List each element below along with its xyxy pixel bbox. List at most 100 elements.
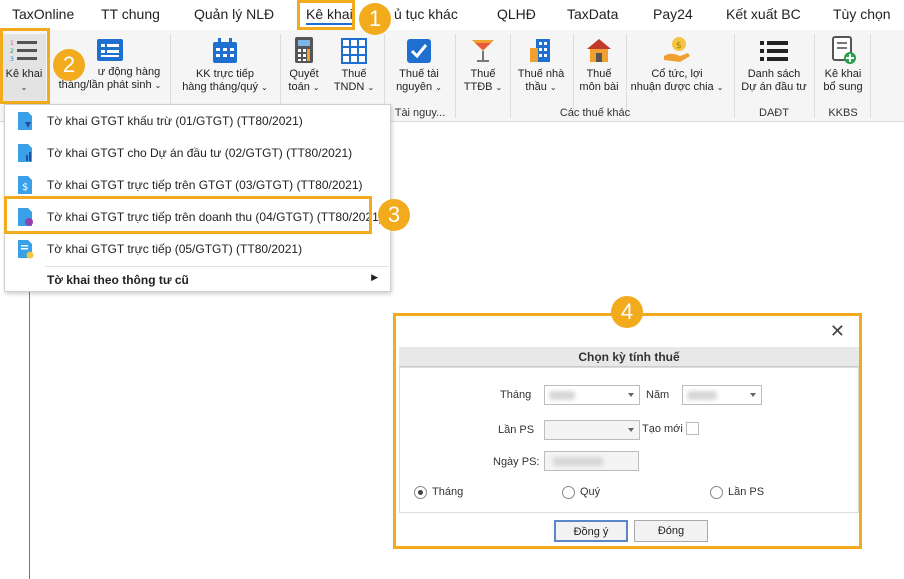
tab-tt-chung[interactable]: TT chung	[101, 6, 160, 22]
tab-tuy-chon[interactable]: Tùy chọn	[833, 6, 891, 22]
cocktail-icon	[472, 40, 494, 62]
tab-qlhd[interactable]: QLHĐ	[497, 6, 536, 22]
cotuc-label-2: nhuận được chia	[630, 81, 714, 93]
tab-quan-ly-nld[interactable]: Quản lý NLĐ	[194, 6, 274, 22]
kk-label-2: hàng tháng/quý	[182, 81, 259, 93]
group-cac-thue-khac-label: Các thuế khác	[559, 107, 631, 119]
group-kkbs-label: KKBS	[828, 107, 858, 119]
dialog-title: Chọn kỳ tính thuế	[399, 347, 859, 367]
chevron-down-icon: ⌄	[549, 83, 557, 92]
menu-item-02-gtgt[interactable]: Tờ khai GTGT cho Dự án đầu tư (02/GTGT) …	[5, 137, 390, 169]
tab-taxonline[interactable]: TaxOnline	[12, 6, 74, 22]
chevron-down-icon: ⌄	[495, 83, 503, 92]
kbs-label-2: bổ sung	[823, 81, 863, 93]
chevron-down-icon: ⌄	[716, 83, 724, 92]
highlight-tab-ke-khai	[297, 0, 355, 30]
document-dollar-icon: $	[18, 176, 32, 194]
menu-item-label: Tờ khai GTGT khấu trừ (01/GTGT) (TT80/20…	[47, 114, 303, 128]
menu-item-label: Tờ khai GTGT cho Dự án đầu tư (02/GTGT) …	[47, 146, 353, 160]
menu-item-old-forms[interactable]: Tờ khai theo thông tư cũ ▶	[5, 267, 390, 293]
kbs-label-1: Kê khai	[824, 68, 862, 80]
dong-button[interactable]: Đóng	[634, 520, 708, 542]
radio-quy[interactable]	[562, 486, 575, 499]
nhathau-label-1: Thuế nhà	[517, 68, 565, 80]
quyet-label-2: toán	[288, 81, 310, 93]
chevron-down-icon: ⌄	[154, 81, 162, 90]
thue-tai-nguyen-button[interactable]: Thuế tài nguyên ⌄	[390, 34, 448, 94]
callout-1: 1	[359, 3, 391, 35]
group-tai-nguyen-label: Tài nguy...	[394, 107, 446, 119]
chevron-down-icon: ⌄	[312, 83, 320, 92]
radio-lanps-label: Lần PS	[728, 486, 765, 498]
tab-taxdata[interactable]: TaxData	[567, 6, 618, 22]
radio-lanps[interactable]	[710, 486, 723, 499]
taomoi-checkbox[interactable]	[686, 422, 699, 435]
chevron-down-icon: ⌄	[435, 83, 442, 92]
danh-sach-du-an-button[interactable]: Danh sách Dự án đầu tư	[738, 34, 810, 94]
monbai-label-1: Thuế	[586, 68, 612, 80]
thang-label: Tháng	[500, 389, 532, 401]
callout-4: 4	[611, 296, 643, 328]
lanps-label: Lần PS	[498, 424, 535, 436]
document-icon	[18, 112, 32, 130]
calculator-icon	[295, 37, 313, 63]
building-icon	[530, 39, 550, 62]
menu-item-label: Tờ khai GTGT trực tiếp (05/GTGT) (TT80/2…	[47, 242, 303, 256]
document-chart-icon	[18, 144, 32, 162]
chon-ky-tinh-thue-dialog: ✕ Chọn kỳ tính thuế Tháng Năm Lần PS Tạo…	[393, 313, 862, 549]
ngayps-label: Ngày PS:	[493, 456, 540, 468]
thang-select[interactable]	[544, 385, 640, 405]
callout-2: 2	[53, 49, 85, 81]
tu-dong-label-2: tháng/lần phát sinh	[58, 79, 152, 91]
submenu-arrow-icon: ▶	[371, 272, 378, 282]
group-dadt-label: DAĐT	[759, 107, 789, 119]
menu-item-label: Tờ khai theo thông tư cũ	[47, 273, 189, 287]
thue-mon-bai-button[interactable]: Thuế môn bài	[576, 34, 622, 94]
co-tuc-button[interactable]: $ Cổ tức, lợi nhuận được chia ⌄	[630, 34, 724, 94]
chevron-down-icon: ⌄	[261, 83, 268, 92]
document-plus-icon	[832, 36, 856, 64]
tab-ket-xuat-bc[interactable]: Kết xuất BC	[726, 6, 801, 22]
chevron-down-icon	[750, 393, 756, 397]
lanps-select[interactable]	[544, 420, 640, 440]
tndn-label-2: TNDN	[333, 81, 365, 93]
chevron-down-icon	[628, 428, 634, 432]
callout-3: 3	[378, 199, 410, 231]
radio-quy-label: Quý	[580, 486, 601, 498]
kk-label-1: KK trực tiếp	[195, 68, 255, 80]
quyet-toan-button[interactable]: Quyết toán ⌄	[283, 34, 325, 94]
nam-label: Năm	[646, 389, 670, 401]
tab-pay24[interactable]: Pay24	[653, 6, 693, 22]
svg-text:$: $	[676, 41, 682, 51]
dong-y-button[interactable]: Đồng ý	[554, 520, 628, 542]
nam-select[interactable]	[682, 385, 762, 405]
thue-tndn-button[interactable]: Thuế TNDN ⌄	[330, 34, 378, 94]
ttdb-label-2: TTĐB	[463, 81, 493, 93]
thue-ttdb-button[interactable]: Thuế TTĐB ⌄	[460, 34, 506, 94]
ngayps-input[interactable]	[544, 451, 639, 471]
kk-truc-tiep-button[interactable]: KK trực tiếp hàng tháng/quý ⌄	[174, 34, 276, 94]
close-icon[interactable]: ✕	[830, 322, 845, 340]
ke-khai-bo-sung-button[interactable]: Kê khai bổ sung	[818, 34, 868, 94]
document-coin-icon	[18, 240, 34, 259]
tndn-label-1: Thuế	[341, 68, 367, 80]
tab-thu-tuc-khac[interactable]: ủ tục khác	[394, 6, 458, 22]
grid-icon	[341, 38, 367, 64]
svg-text:$: $	[22, 182, 28, 193]
menu-item-01-gtgt[interactable]: Tờ khai GTGT khấu trừ (01/GTGT) (TT80/20…	[5, 105, 390, 137]
thue-nha-thau-button[interactable]: Thuế nhà thầu ⌄	[514, 34, 568, 94]
tn-label-2: nguyên	[396, 81, 433, 93]
radio-thang-label: Tháng	[432, 486, 464, 498]
menu-bar: TaxOnline TT chung Quản lý NLĐ Kê khai ủ…	[0, 0, 904, 30]
house-icon	[587, 39, 611, 62]
chevron-down-icon: ⌄	[367, 83, 375, 92]
list-bullet-icon	[760, 41, 788, 61]
menu-item-05-gtgt[interactable]: Tờ khai GTGT trực tiếp (05/GTGT) (TT80/2…	[5, 233, 390, 265]
cotuc-label-1: Cổ tức, lợi	[651, 68, 703, 80]
dadt-label-1: Danh sách	[747, 68, 801, 80]
tu-dong-label-1: ư động hàng	[97, 66, 161, 78]
chevron-down-icon	[628, 393, 634, 397]
taomoi-label: Tạo mới	[642, 423, 683, 435]
ttdb-label-1: Thuế	[470, 68, 496, 80]
radio-thang[interactable]	[414, 486, 427, 499]
